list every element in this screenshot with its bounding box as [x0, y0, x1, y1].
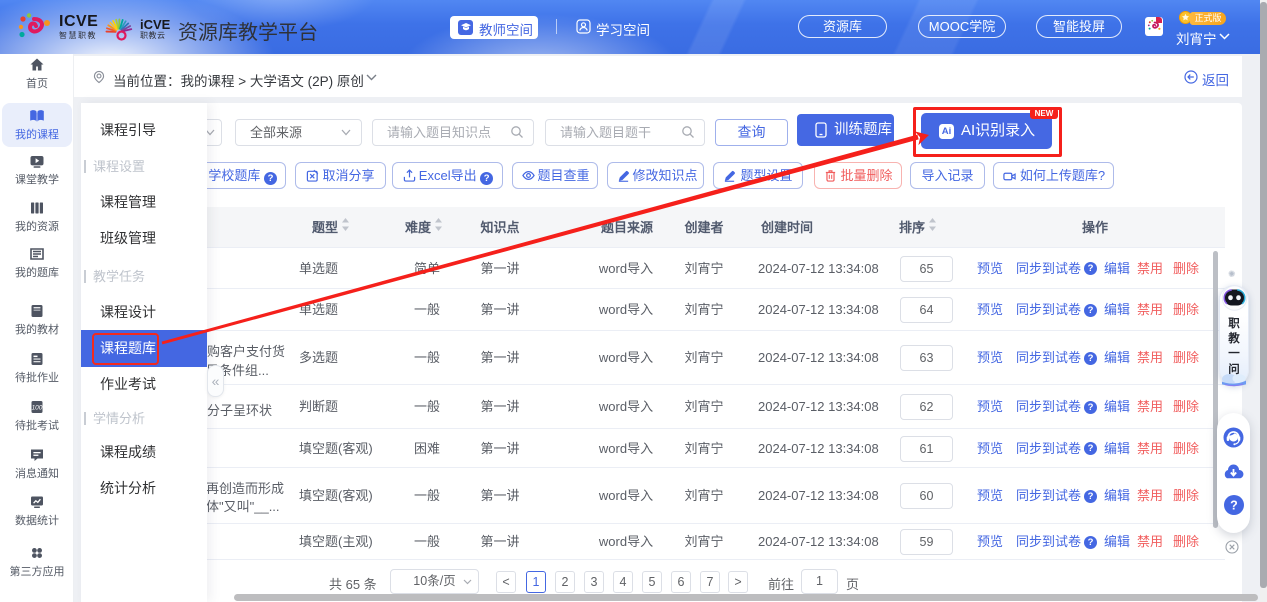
svg-text:?: ?: [1230, 499, 1238, 513]
svg-text:100: 100: [32, 405, 43, 412]
